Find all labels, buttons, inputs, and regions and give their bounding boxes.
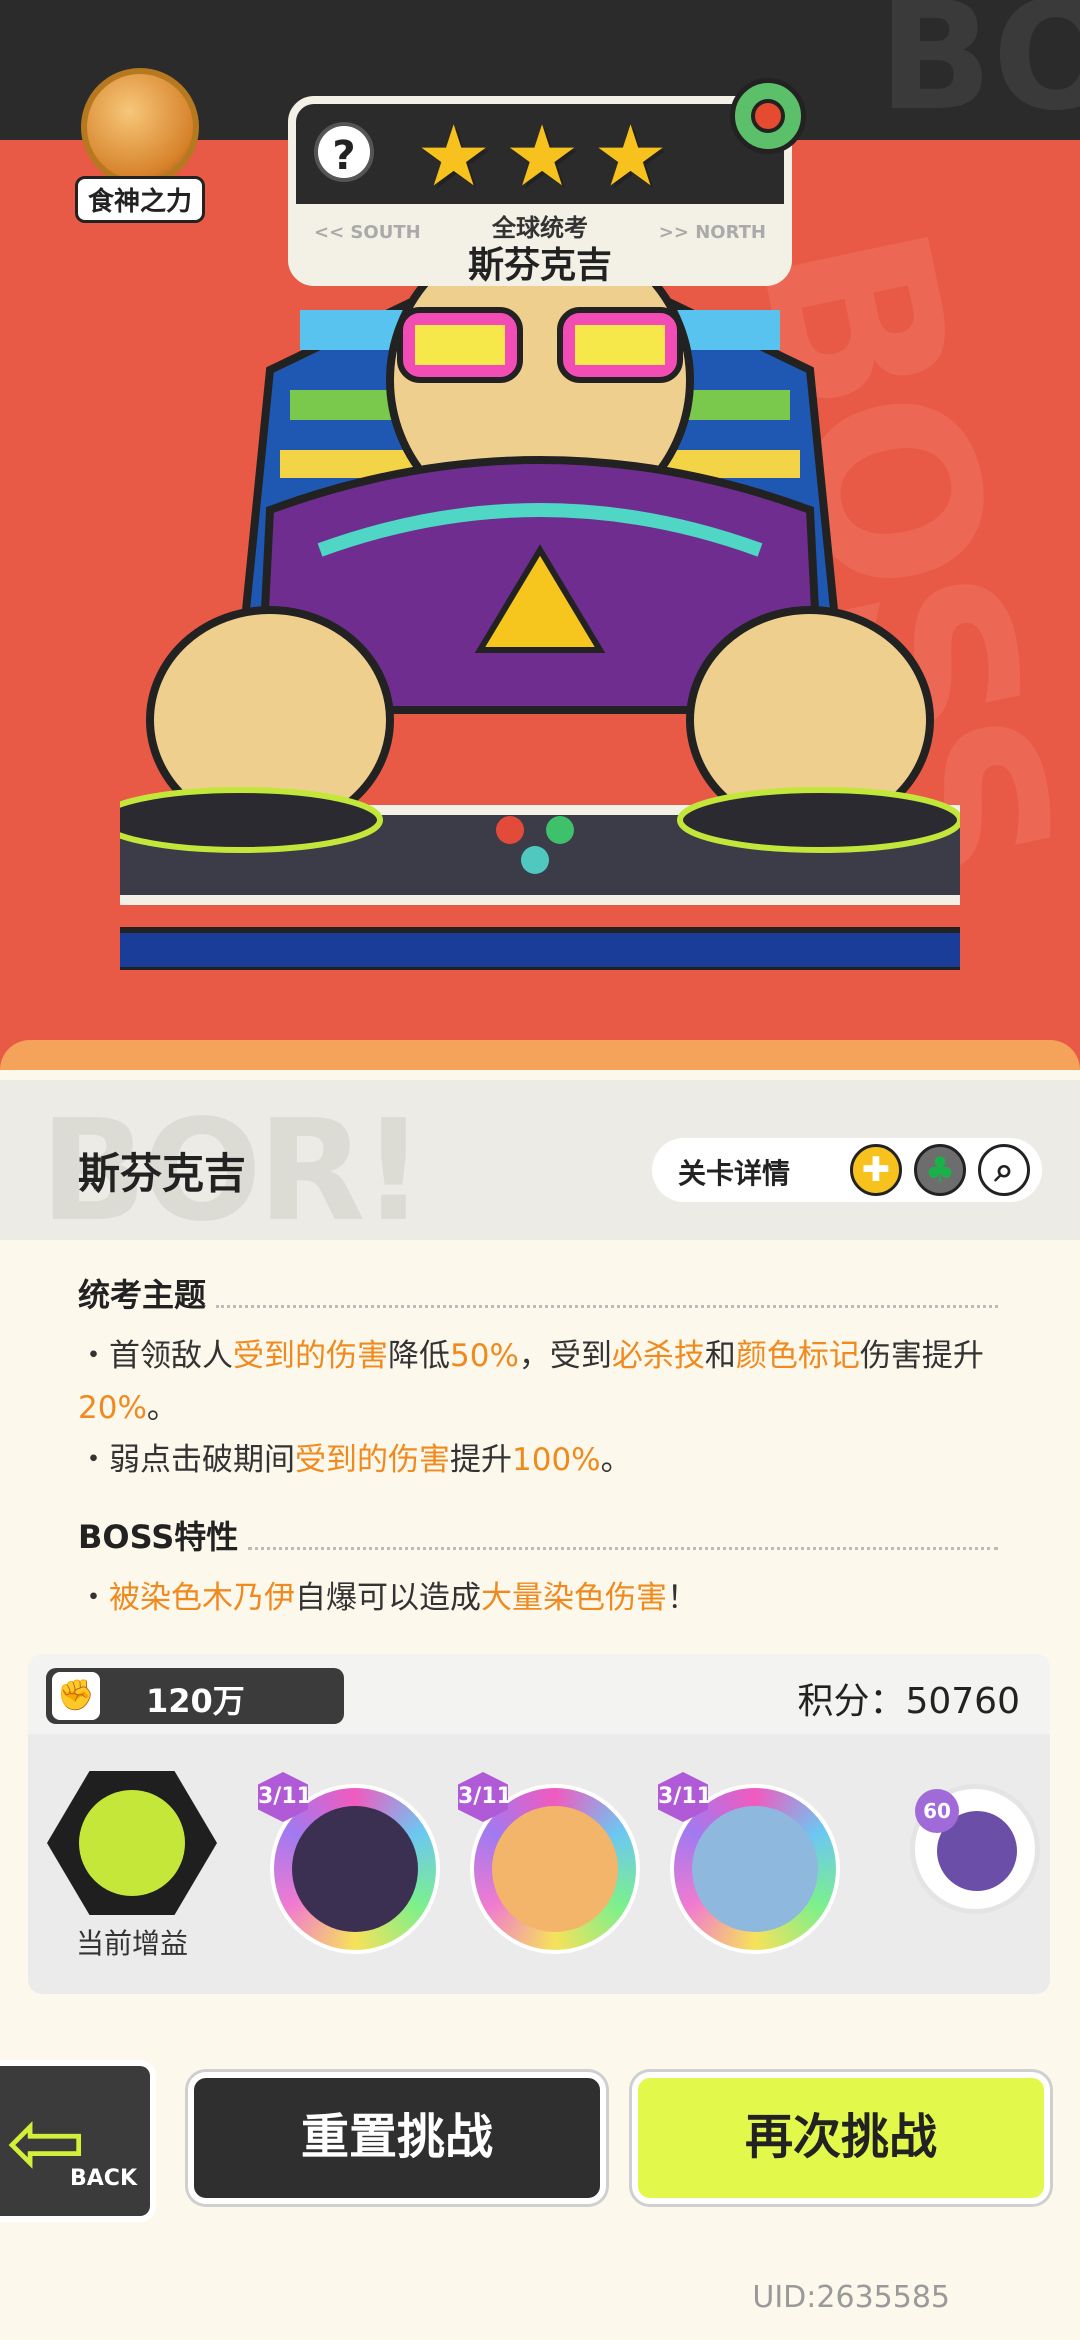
flower-badge-icon[interactable] (730, 78, 806, 154)
score-text: 积分：50760 (797, 1681, 1020, 1722)
stage-detail-label: 关卡详情 (678, 1157, 791, 1190)
star-icon: ★ (592, 107, 669, 205)
exam-theme-title: 统考主题 (78, 1270, 998, 1316)
boss-trait-rule: ・被染色木乃伊自爆可以造成大量染色伤害！ (78, 1580, 698, 1616)
team-hero-slot-3[interactable]: 3/11 (658, 1772, 848, 1962)
star-icon: ★ (504, 107, 580, 205)
back-label: BACK (70, 2166, 137, 2191)
current-buff-label: 当前增益 (75, 1927, 188, 1960)
boss-title-card: ? ★ ★ ★ << SOUTH >> NORTH 全球统考 斯芬克吉 (288, 96, 792, 286)
melon-bun-icon (81, 68, 199, 186)
current-buff[interactable]: 当前增益 (42, 1768, 222, 1962)
difficulty-stars: ★ ★ ★ (416, 114, 676, 198)
exam-theme-section: 统考主题 ・首领敌人受到的伤害降低50%，受到必杀技和颜色标记伤害提升20%。 … (78, 1270, 998, 1486)
boss-trait-section: BOSS特性 ・被染色木乃伊自爆可以造成大量染色伤害！ (78, 1512, 998, 1624)
magnifier-icon: ⌕ (978, 1144, 1030, 1196)
theme-rule-2: ・弱点击破期间受到的伤害提升100%。 (78, 1442, 632, 1478)
boss-trait-title: BOSS特性 (78, 1512, 998, 1558)
pet-level-badge: 60 (915, 1789, 959, 1833)
team-hero-slot-2[interactable]: 3/11 (458, 1772, 648, 1962)
clover-icon: ♣ (914, 1144, 966, 1196)
help-icon[interactable]: ? (314, 122, 374, 182)
boss-hero-banner: BO BOSS 食神之力 ? ★ ★ ★ << SOUTH >> NORTH 全… (0, 0, 1080, 1070)
theme-rule-1: ・首领敌人受到的伤害降低50%，受到必杀技和颜色标记伤害提升20%。 (78, 1338, 984, 1426)
power-badge-label: 食神之力 (74, 176, 205, 223)
team-pet-slot[interactable]: 60 (910, 1784, 1040, 1914)
fist-icon: ✊ (52, 1672, 100, 1720)
reset-challenge-button[interactable]: 重置挑战 (188, 2072, 606, 2204)
stage-detail-button[interactable]: 关卡详情 ✚ ♣ ⌕ (652, 1138, 1042, 1202)
user-id: UID:2635585 (752, 2280, 950, 2315)
team-panel: ✊ 120万 积分：50760 当前增益 3/11 3/11 3/11 60 (28, 1654, 1050, 1994)
boss-info-header: BOR! 斯芬克吉 关卡详情 ✚ ♣ ⌕ (0, 1080, 1080, 1253)
team-hero-slot-1[interactable]: 3/11 (258, 1772, 448, 1962)
chef-power-badge[interactable]: 食神之力 (60, 68, 220, 228)
team-power-value: 120万 (146, 1682, 245, 1720)
sphinx-dj-illustration (1, 226, 1079, 973)
back-button[interactable]: ⇦ BACK (0, 2060, 156, 2222)
paint-drip-divider (0, 1040, 1080, 1070)
star-icon: ★ (416, 107, 492, 205)
boss-decoration-text: BO (878, 0, 1080, 144)
boss-title: 斯芬克吉 (467, 245, 612, 286)
buff-icon (47, 1771, 217, 1915)
boss-name: 斯芬克吉 (78, 1149, 247, 1198)
retry-challenge-button[interactable]: 再次挑战 (632, 2072, 1050, 2204)
yellow-cross-icon: ✚ (850, 1144, 902, 1196)
team-power-tag: ✊ 120万 (46, 1668, 344, 1724)
